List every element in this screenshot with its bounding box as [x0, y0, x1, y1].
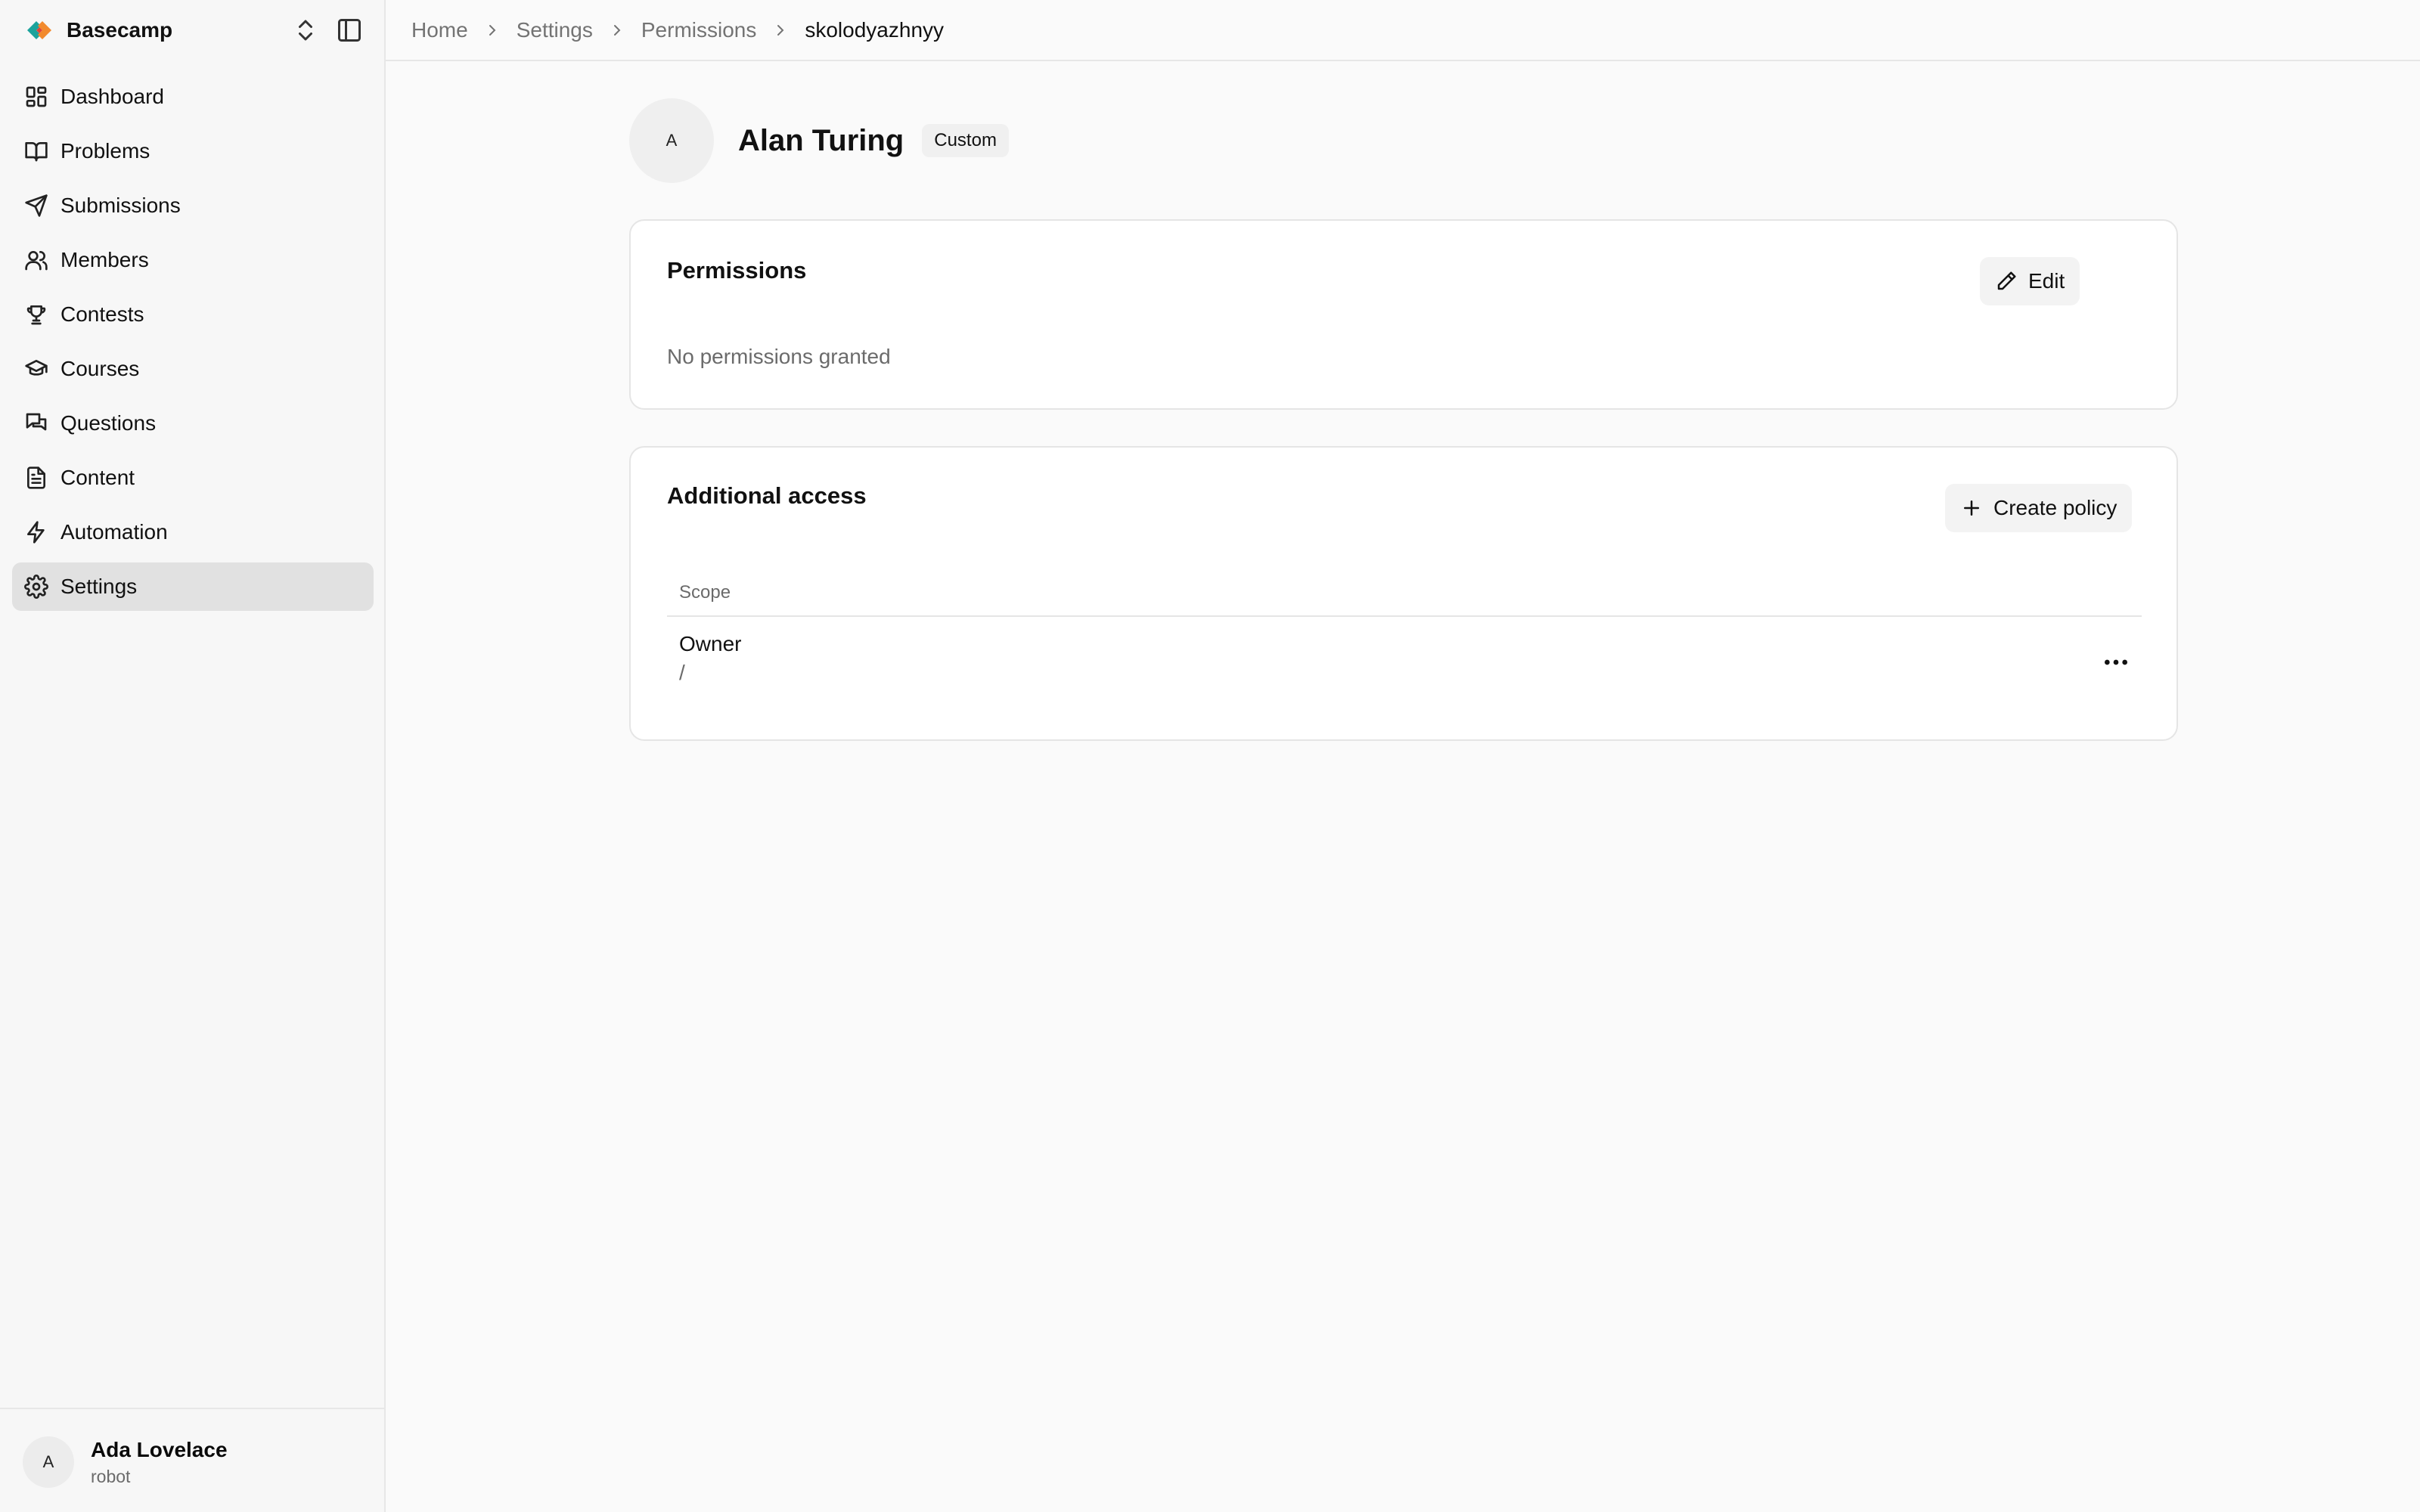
policy-scope-title: Owner — [679, 632, 742, 655]
edit-button-label: Edit — [2028, 269, 2065, 293]
sidebar-item-questions[interactable]: Questions — [12, 399, 374, 448]
gear-icon — [24, 575, 48, 599]
chevrons-up-down-icon[interactable] — [292, 17, 319, 44]
sidebar-item-label: Contests — [60, 302, 144, 326]
sidebar-item-label: Submissions — [60, 194, 181, 217]
permissions-card: Permissions Edit No permissions granted — [629, 219, 2178, 410]
users-icon — [25, 251, 48, 271]
more-horizontal-icon[interactable] — [2101, 647, 2131, 677]
sidebar-item-label: Settings — [60, 575, 138, 598]
sidebar-item-automation[interactable]: Automation — [12, 508, 374, 556]
graduation-cap-icon — [25, 360, 48, 376]
user-name: Ada Lovelace — [91, 1438, 228, 1461]
file-text-icon — [27, 466, 45, 489]
sidebar-item-members[interactable]: Members — [12, 236, 374, 284]
sidebar-item-label: Problems — [60, 139, 150, 163]
sidebar-item-label: Dashboard — [60, 85, 164, 108]
lightning-icon — [27, 521, 45, 544]
sidebar-item-settings[interactable]: Settings — [12, 562, 374, 611]
workspace-name: Basecamp — [67, 18, 173, 42]
additional-access-card: Additional access Create policy Scope Ow… — [629, 446, 2178, 741]
breadcrumb: Home Settings Permissions skolodyazhnyy — [411, 0, 944, 60]
chevron-right-icon — [489, 25, 496, 36]
workspace-switcher[interactable]: Basecamp — [24, 15, 372, 45]
sidebar-item-courses[interactable]: Courses — [12, 345, 374, 393]
user-menu[interactable]: A Ada Lovelace robot — [0, 1408, 384, 1512]
chevron-right-icon — [613, 25, 621, 36]
sidebar-item-content[interactable]: Content — [12, 454, 374, 502]
profile-header: A Alan Turing Custom — [629, 98, 1009, 183]
dashboard-icon — [26, 86, 47, 107]
trophy-icon — [26, 305, 46, 325]
policy-scope-path: / — [679, 661, 685, 684]
sidebar-item-label: Courses — [60, 357, 140, 380]
basecamp-logo-icon — [27, 21, 51, 39]
user-role: robot — [91, 1467, 131, 1486]
pencil-icon — [1997, 271, 2016, 290]
breadcrumb-current: skolodyazhnyy — [805, 18, 945, 42]
sidebar-toggle-icon[interactable] — [336, 17, 363, 44]
page-title: Alan Turing — [738, 123, 904, 157]
additional-access-title: Additional access — [667, 482, 867, 509]
book-icon — [25, 142, 48, 162]
create-policy-button[interactable]: Create policy — [1945, 484, 2133, 532]
create-policy-label: Create policy — [1993, 496, 2118, 519]
permissions-title: Permissions — [667, 257, 807, 284]
column-header-scope: Scope — [679, 582, 731, 603]
send-icon — [25, 194, 48, 217]
table-row[interactable]: Owner / — [667, 618, 2142, 702]
sidebar: Basecamp Dashboard Problems Submissions — [0, 0, 386, 1512]
breadcrumb-home[interactable]: Home — [411, 18, 468, 42]
sidebar-item-label: Content — [60, 466, 135, 489]
breadcrumb-settings[interactable]: Settings — [517, 18, 593, 42]
sidebar-item-problems[interactable]: Problems — [12, 127, 374, 175]
top-bar: Home Settings Permissions skolodyazhnyy — [386, 0, 2420, 61]
avatar: A — [23, 1436, 74, 1488]
role-badge: Custom — [922, 124, 1009, 157]
empty-state-text: No permissions granted — [667, 345, 891, 368]
messages-icon — [26, 413, 47, 431]
sidebar-item-label: Questions — [60, 411, 157, 435]
breadcrumb-permissions[interactable]: Permissions — [641, 18, 756, 42]
sidebar-item-submissions[interactable]: Submissions — [12, 181, 374, 230]
sidebar-nav: Dashboard Problems Submissions Members C… — [12, 73, 374, 617]
table-header: Scope — [667, 578, 2142, 617]
sidebar-item-contests[interactable]: Contests — [12, 290, 374, 339]
avatar: A — [629, 98, 714, 183]
sidebar-item-label: Members — [60, 248, 149, 271]
sidebar-item-dashboard[interactable]: Dashboard — [12, 73, 374, 121]
edit-button[interactable]: Edit — [1980, 257, 2080, 305]
sidebar-item-label: Automation — [60, 520, 168, 544]
chevron-right-icon — [777, 25, 784, 36]
plus-icon — [1964, 500, 1979, 516]
